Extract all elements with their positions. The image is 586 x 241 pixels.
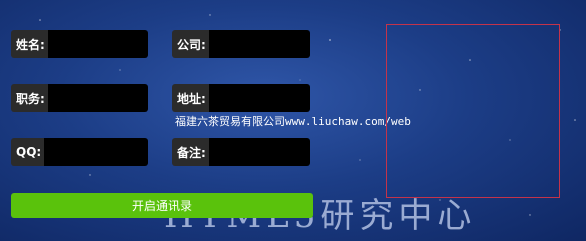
title-label: 职务: — [11, 84, 48, 112]
name-field: 姓名: — [11, 30, 148, 58]
qq-field: QQ: — [11, 138, 149, 166]
company-input[interactable] — [208, 30, 310, 58]
company-field: 公司: — [172, 30, 310, 58]
address-input[interactable] — [208, 84, 310, 112]
qq-label: QQ: — [11, 138, 45, 166]
note-field: 备注: — [172, 138, 310, 166]
watermark-text: 福建六茶贸易有限公司www.liuchaw.com/web — [175, 115, 411, 128]
address-label: 地址: — [172, 84, 209, 112]
title-input[interactable] — [47, 84, 148, 112]
name-input[interactable] — [47, 30, 148, 58]
note-label: 备注: — [172, 138, 209, 166]
name-label: 姓名: — [11, 30, 48, 58]
company-label: 公司: — [172, 30, 209, 58]
open-contacts-button[interactable]: 开启通讯录 — [11, 193, 313, 218]
note-input[interactable] — [208, 138, 310, 166]
title-field: 职务: — [11, 84, 148, 112]
address-field: 地址: — [172, 84, 310, 112]
qr-code-area — [386, 24, 560, 198]
qq-input[interactable] — [44, 138, 149, 166]
